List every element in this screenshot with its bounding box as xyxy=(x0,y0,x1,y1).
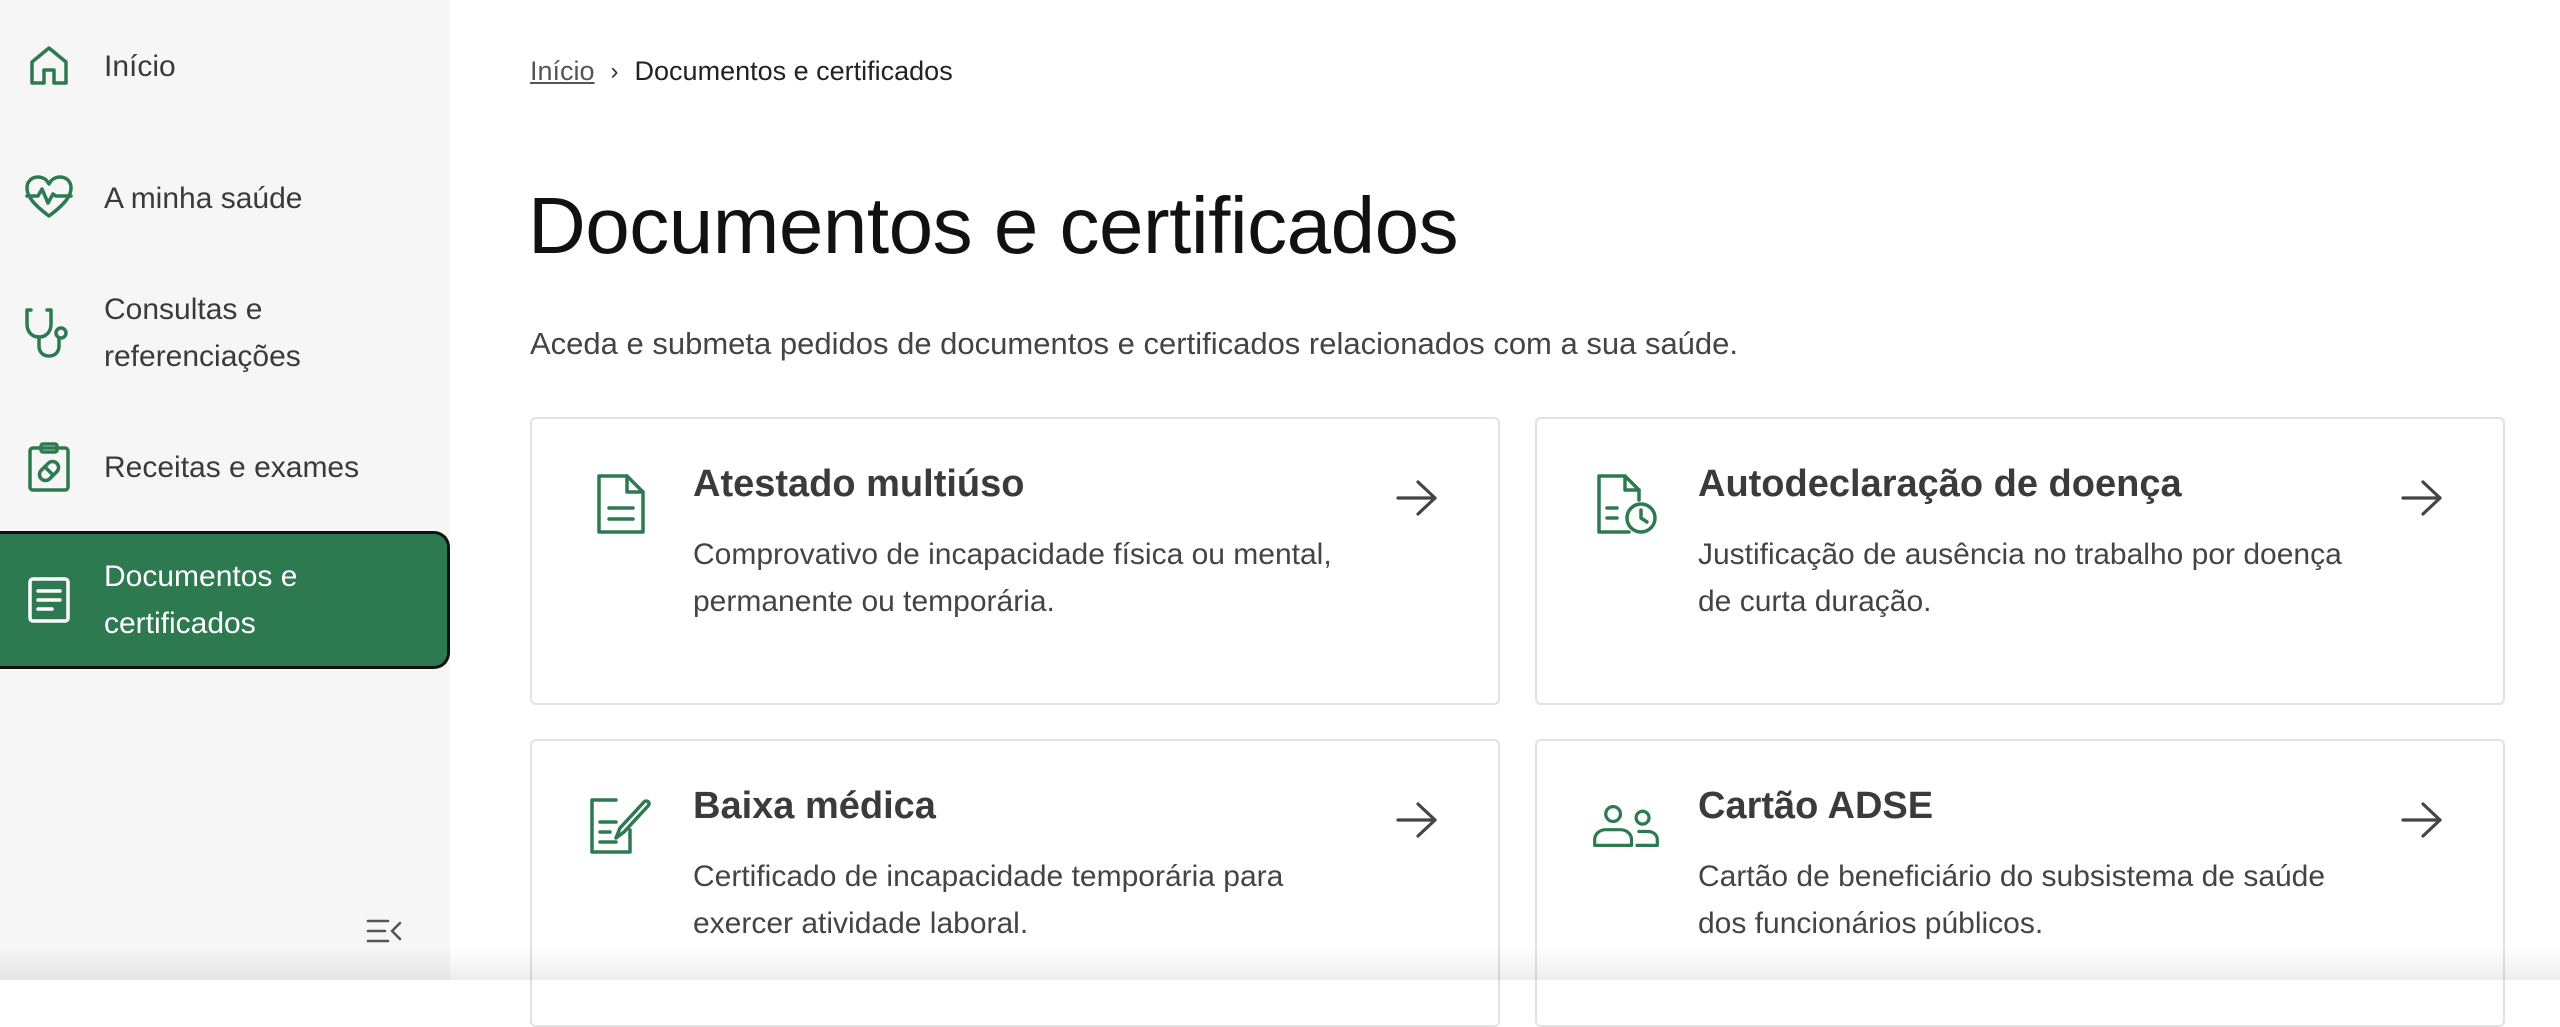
arrow-right-icon xyxy=(1392,795,1442,845)
document-icon xyxy=(586,469,656,539)
card-title: Atestado multiúso xyxy=(693,463,1025,505)
sidebar-item-label: Receitas e exames xyxy=(104,450,360,484)
card-description: Comprovativo de incapacidade física ou m… xyxy=(693,538,1332,618)
sidebar-item-consultas[interactable]: Consultas e referenciações xyxy=(0,283,450,383)
document-pen-icon xyxy=(586,791,656,861)
home-icon xyxy=(22,39,76,93)
card-description: Justificação de ausência no trabalho por… xyxy=(1698,538,2342,618)
collapse-sidebar-button[interactable] xyxy=(364,918,404,948)
clipboard-pill-icon xyxy=(22,440,76,494)
card-baixa-medica[interactable]: Baixa médica Certificado de incapacidade… xyxy=(530,739,1500,1027)
sidebar-item-receitas[interactable]: Receitas e exames xyxy=(0,427,450,507)
sidebar-item-label: Início xyxy=(104,49,176,83)
page-intro: Aceda e submeta pedidos de documentos e … xyxy=(530,326,1739,361)
document-clock-icon xyxy=(1591,469,1661,539)
card-atestado-multiuso[interactable]: Atestado multiúso Comprovativo de incapa… xyxy=(530,417,1500,705)
breadcrumb-separator: › xyxy=(610,57,619,85)
sidebar-item-documentos[interactable]: Documentos e certificados xyxy=(0,531,450,669)
collapse-menu-icon xyxy=(365,917,403,950)
sidebar: Início A minha saúde Consultas e referen… xyxy=(0,0,450,980)
people-icon xyxy=(1591,791,1661,861)
card-autodeclaracao-doenca[interactable]: Autodeclaração de doença Justificação de… xyxy=(1535,417,2505,705)
arrow-right-icon xyxy=(2397,795,2447,845)
sidebar-item-inicio[interactable]: Início xyxy=(0,26,450,106)
document-icon xyxy=(22,573,76,627)
main-content: Início › Documentos e certificados Docum… xyxy=(450,0,2560,1027)
sidebar-item-label: Consultas e referenciações xyxy=(104,293,301,373)
card-description: Certificado de incapacidade temporária p… xyxy=(693,860,1284,940)
heart-pulse-icon xyxy=(22,171,76,225)
arrow-right-icon xyxy=(1392,473,1442,523)
sidebar-item-label: A minha saúde xyxy=(104,181,303,215)
card-description: Cartão de beneficiário do subsistema de … xyxy=(1698,860,2326,940)
breadcrumb-home-link[interactable]: Início xyxy=(530,56,595,87)
stethoscope-icon xyxy=(22,306,76,360)
page-title: Documentos e certificados xyxy=(528,181,1459,270)
breadcrumb-current: Documentos e certificados xyxy=(634,56,953,86)
sidebar-item-label: Documentos e certificados xyxy=(104,560,298,640)
sidebar-item-minha-saude[interactable]: A minha saúde xyxy=(0,158,450,238)
arrow-right-icon xyxy=(2397,473,2447,523)
card-title: Cartão ADSE xyxy=(1698,785,1934,827)
card-title: Autodeclaração de doença xyxy=(1698,463,2182,505)
card-title: Baixa médica xyxy=(693,785,936,827)
card-cartao-adse[interactable]: Cartão ADSE Cartão de beneficiário do su… xyxy=(1535,739,2505,1027)
breadcrumb: Início › Documentos e certificados xyxy=(530,56,953,87)
